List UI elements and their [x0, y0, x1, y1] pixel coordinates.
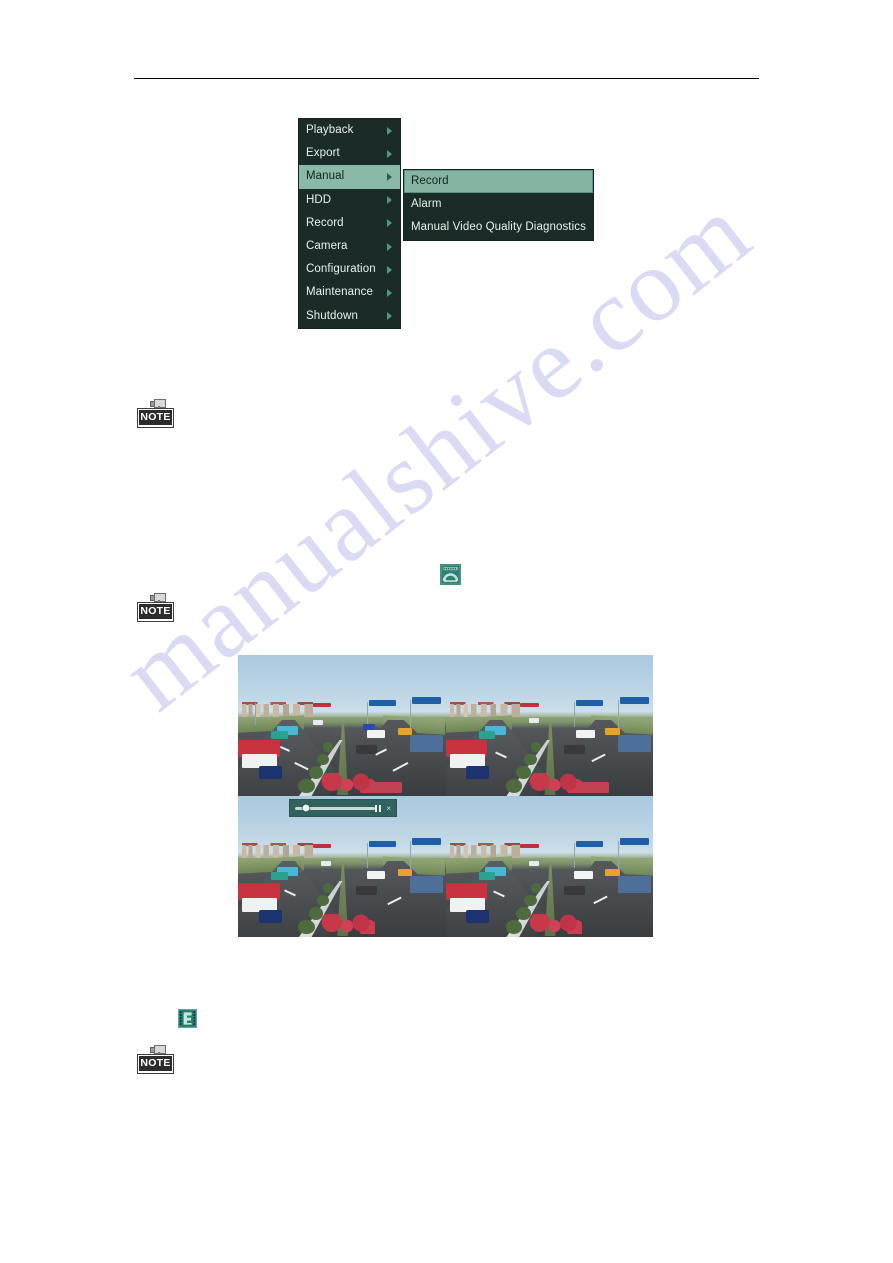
- chevron-right-icon: [387, 265, 392, 274]
- video-cell-3[interactable]: [238, 796, 446, 937]
- manual-submenu[interactable]: Record Alarm Manual Video Quality Diagno…: [404, 170, 593, 240]
- camera-icon: [150, 1044, 166, 1056]
- menu-item-label: Maintenance: [306, 286, 373, 299]
- watermark-text: manualshive.com: [101, 173, 772, 733]
- note-label: NOTE: [139, 604, 172, 619]
- menu-item-hdd[interactable]: HDD: [299, 189, 400, 212]
- menu-item-manual[interactable]: Manual: [299, 165, 400, 189]
- chevron-right-icon: [387, 126, 392, 135]
- menu-item-label: Playback: [306, 124, 354, 136]
- right-click-main-menu[interactable]: Playback Export Manual HDD Record Camera…: [299, 119, 400, 328]
- video-cell-2[interactable]: [445, 655, 653, 796]
- menu-item-export[interactable]: Export: [299, 142, 400, 165]
- menu-item-configuration[interactable]: Configuration: [299, 258, 400, 281]
- camera-icon: [150, 398, 166, 410]
- highway-scene: [238, 796, 446, 937]
- video-cell-4[interactable]: [445, 796, 653, 937]
- playback-control-bar[interactable]: ×: [290, 800, 396, 816]
- close-button[interactable]: ×: [386, 804, 391, 813]
- note-label: NOTE: [139, 1056, 172, 1071]
- chevron-right-icon: [387, 288, 392, 297]
- note-icon: NOTE: [137, 398, 175, 430]
- menu-item-label: Record: [306, 216, 344, 229]
- highway-scene: [445, 796, 653, 937]
- video-file-icon: [178, 1009, 197, 1033]
- chevron-right-icon: [387, 196, 392, 205]
- submenu-item-record[interactable]: Record: [404, 170, 593, 194]
- manual-playback-icon: [440, 564, 461, 590]
- chevron-right-icon: [387, 149, 392, 158]
- chevron-right-icon: [387, 172, 392, 181]
- menu-item-label: Shutdown: [306, 309, 358, 322]
- menu-item-label: HDD: [306, 193, 332, 206]
- menu-item-playback[interactable]: Playback: [299, 119, 400, 142]
- menu-item-maintenance[interactable]: Maintenance: [299, 281, 400, 304]
- chevron-right-icon: [387, 219, 392, 228]
- chevron-right-icon: [387, 312, 392, 321]
- menu-item-label: Manual: [306, 170, 345, 183]
- pause-button[interactable]: [375, 804, 382, 812]
- camera-body: [154, 1045, 166, 1054]
- menu-item-label: Export: [306, 147, 340, 160]
- camera-icon: [150, 592, 166, 604]
- playback-progress-slider[interactable]: [295, 804, 376, 812]
- page-header-rule: [134, 78, 759, 79]
- submenu-item-alarm[interactable]: Alarm: [404, 193, 593, 216]
- note-icon: NOTE: [137, 592, 175, 624]
- playback-slider-knob[interactable]: [302, 804, 310, 812]
- note-label: NOTE: [139, 410, 172, 425]
- camera-body: [154, 593, 166, 602]
- menu-item-camera[interactable]: Camera: [299, 235, 400, 258]
- menu-item-shutdown[interactable]: Shutdown: [299, 305, 400, 328]
- highway-scene: [445, 655, 653, 796]
- menu-item-label: Configuration: [306, 263, 376, 276]
- camera-body: [154, 399, 166, 408]
- live-view-2x2-grid[interactable]: [238, 655, 653, 937]
- chevron-right-icon: [387, 242, 392, 251]
- menu-item-record[interactable]: Record: [299, 212, 400, 235]
- highway-scene: [238, 655, 446, 796]
- submenu-item-manual-video-quality-diagnostics[interactable]: Manual Video Quality Diagnostics: [404, 216, 593, 239]
- video-cell-1[interactable]: [238, 655, 446, 796]
- menu-item-label: Camera: [306, 239, 348, 252]
- note-icon: NOTE: [137, 1044, 175, 1076]
